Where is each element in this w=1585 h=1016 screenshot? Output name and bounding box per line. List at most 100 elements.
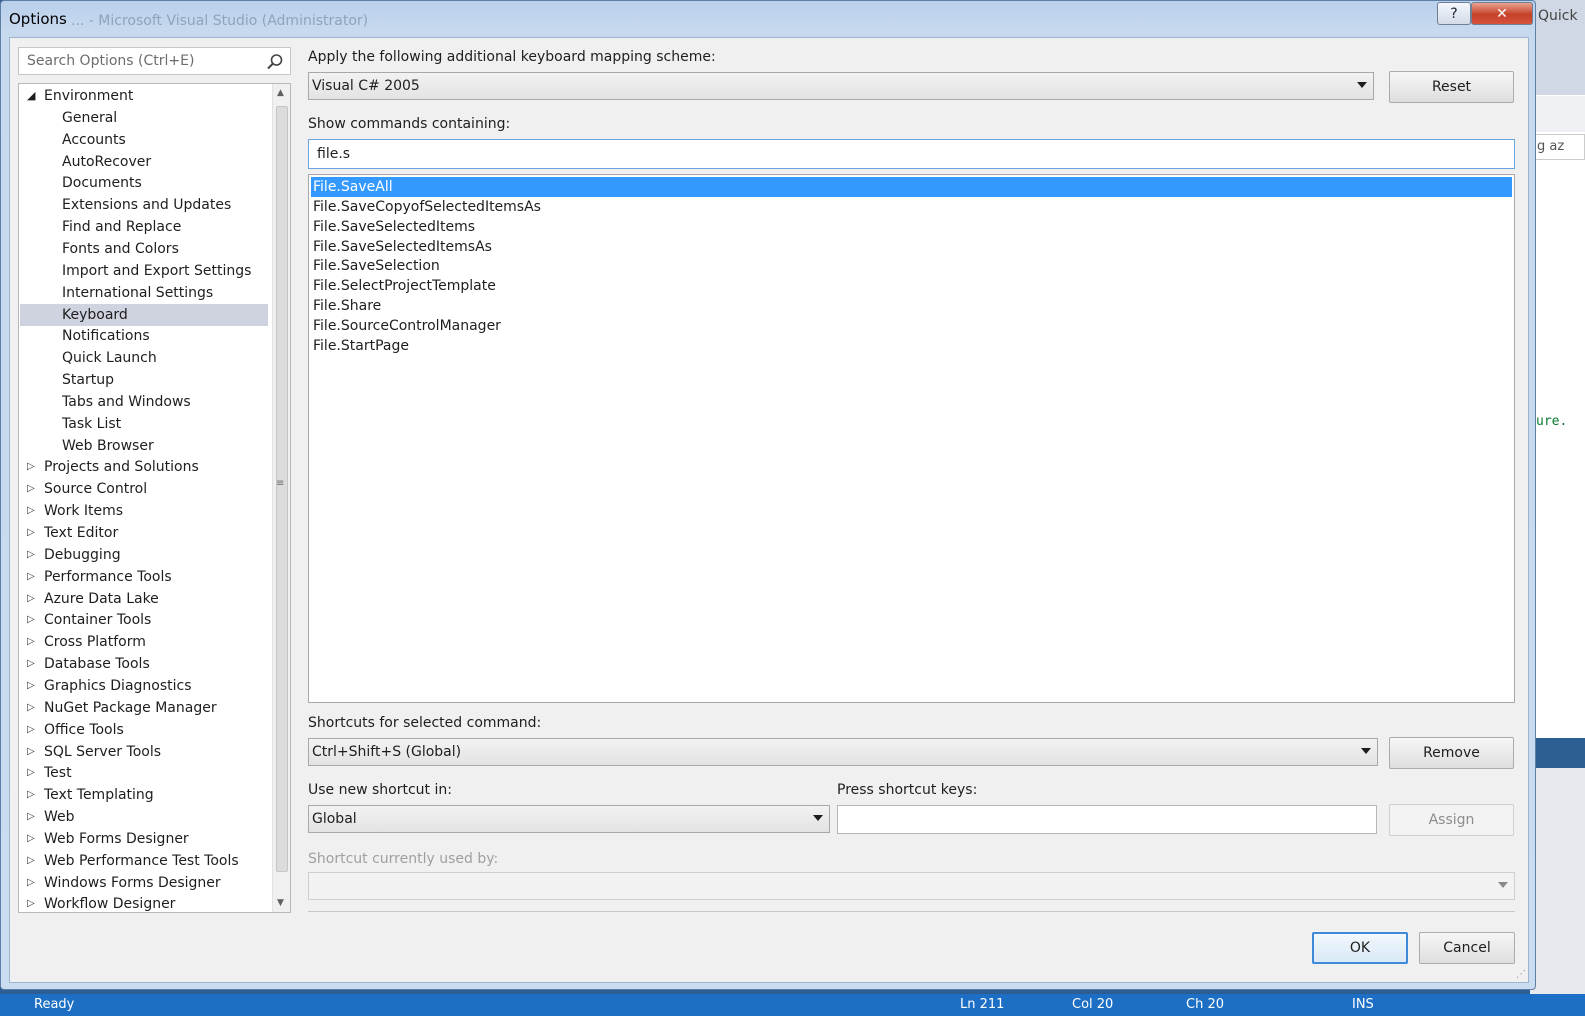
tree-scrollbar[interactable]: ▲ ≡ ▼ (272, 84, 290, 912)
dialog-title: Options (9, 10, 67, 28)
tree-node-debugging[interactable]: ▷ Debugging (20, 544, 268, 566)
command-list-item[interactable]: File.SaveSelection (311, 256, 1512, 276)
tree-node-projects-and-solutions[interactable]: ▷ Projects and Solutions (20, 456, 268, 478)
tree-node-extensions-and-updates[interactable]: Extensions and Updates (20, 194, 268, 216)
expand-arrow-icon[interactable]: ▷ (27, 478, 35, 500)
expand-arrow-icon[interactable]: ▷ (27, 609, 35, 631)
tree-node-work-items[interactable]: ▷ Work Items (20, 500, 268, 522)
expand-arrow-icon[interactable]: ▷ (27, 588, 35, 610)
commands-list[interactable]: File.SaveAll File.SaveCopyofSelectedItems… (308, 174, 1515, 703)
tree-node-general[interactable]: General (20, 107, 268, 129)
tree-node-azure-data-lake[interactable]: ▷ Azure Data Lake (20, 588, 268, 610)
tree-node-international-settings[interactable]: International Settings (20, 282, 268, 304)
tree-node-source-control[interactable]: ▷ Source Control (20, 478, 268, 500)
close-button[interactable]: ✕ (1471, 2, 1533, 25)
expand-arrow-icon[interactable]: ▷ (27, 806, 35, 828)
command-list-item[interactable]: File.SaveSelectedItemsAs (311, 237, 1512, 257)
tree-node-web-browser[interactable]: Web Browser (20, 435, 268, 457)
command-list-item[interactable]: File.StartPage (311, 336, 1512, 356)
tree-node-office-tools[interactable]: ▷ Office Tools (20, 719, 268, 741)
expand-arrow-icon[interactable]: ▷ (27, 850, 35, 872)
tree-node-text-templating[interactable]: ▷ Text Templating (20, 784, 268, 806)
expand-arrow-icon[interactable]: ▷ (27, 675, 35, 697)
expand-arrow-icon[interactable]: ▷ (27, 566, 35, 588)
tree-node-performance-tools[interactable]: ▷ Performance Tools (20, 566, 268, 588)
expand-arrow-icon[interactable]: ▷ (27, 653, 35, 675)
scrollbar-thumb[interactable] (276, 106, 288, 872)
command-list-item[interactable]: File.SelectProjectTemplate (311, 276, 1512, 296)
tree-node-graphics-diagnostics[interactable]: ▷ Graphics Diagnostics (20, 675, 268, 697)
command-list-item[interactable]: File.SaveSelectedItems (311, 217, 1512, 237)
tree-node-fonts-and-colors[interactable]: Fonts and Colors (20, 238, 268, 260)
expand-arrow-icon[interactable]: ▷ (27, 828, 35, 850)
assign-button[interactable]: Assign (1389, 804, 1514, 836)
use-new-shortcut-label: Use new shortcut in: (308, 782, 452, 798)
ok-button[interactable]: OK (1312, 932, 1408, 964)
command-list-item[interactable]: File.Share (311, 296, 1512, 316)
tree-node-tabs-and-windows[interactable]: Tabs and Windows (20, 391, 268, 413)
tree-node-documents[interactable]: Documents (20, 172, 268, 194)
tree-node-workflow-designer[interactable]: ▷ Workflow Designer (20, 893, 268, 912)
tree-node-notifications[interactable]: Notifications (20, 325, 268, 347)
shortcut-used-by-dropdown[interactable] (308, 872, 1515, 900)
tree-node-test[interactable]: ▷ Test (20, 762, 268, 784)
tree-node-label: Web (44, 809, 75, 826)
expand-arrow-icon[interactable]: ▷ (27, 522, 35, 544)
command-list-item[interactable]: File.SaveCopyofSelectedItemsAs (311, 197, 1512, 217)
tree-node-label: Text Editor (44, 525, 119, 541)
expand-arrow-icon[interactable]: ▷ (27, 741, 35, 763)
press-shortcut-keys-input[interactable] (844, 811, 1356, 829)
search-icon[interactable] (266, 53, 284, 71)
collapse-arrow-icon[interactable]: ◢ (27, 85, 35, 107)
tree-node-nuget-package-manager[interactable]: ▷ NuGet Package Manager (20, 697, 268, 719)
shortcuts-dropdown[interactable]: Ctrl+Shift+S (Global) (308, 738, 1378, 766)
help-button[interactable]: ? (1437, 2, 1471, 25)
expand-arrow-icon[interactable]: ▷ (27, 719, 35, 741)
command-list-item[interactable]: File.SourceControlManager (311, 316, 1512, 336)
tree-node-label: Windows Forms Designer (44, 874, 221, 891)
expand-arrow-icon[interactable]: ▷ (27, 872, 35, 894)
tree-node-keyboard[interactable]: Keyboard (20, 303, 268, 326)
expand-arrow-icon[interactable]: ▷ (27, 456, 35, 478)
shortcuts-label: Shortcuts for selected command: (308, 715, 542, 731)
tree-node-task-list[interactable]: Task List (20, 413, 268, 435)
use-new-shortcut-dropdown[interactable]: Global (308, 805, 830, 833)
remove-button[interactable]: Remove (1389, 737, 1514, 769)
mapping-scheme-dropdown[interactable]: Visual C# 2005 (308, 72, 1374, 100)
chevron-down-icon (813, 815, 823, 821)
command-filter-input[interactable] (315, 145, 1460, 163)
tree-node-database-tools[interactable]: ▷ Database Tools (20, 653, 268, 675)
cancel-button[interactable]: Cancel (1419, 932, 1515, 964)
tree-node-environment[interactable]: ◢ Environment (20, 85, 268, 107)
tree-node-quick-launch[interactable]: Quick Launch (20, 347, 268, 369)
tree-node-autorecover[interactable]: AutoRecover (20, 151, 268, 173)
resize-grip-icon[interactable]: ⋰ (1516, 969, 1526, 980)
expand-arrow-icon[interactable]: ▷ (27, 784, 35, 806)
expand-arrow-icon[interactable]: ▷ (27, 631, 35, 653)
tree-node-web-forms-designer[interactable]: ▷ Web Forms Designer (20, 828, 268, 850)
tree-node-text-editor[interactable]: ▷ Text Editor (20, 522, 268, 544)
tree-node-windows-forms-designer[interactable]: ▷ Windows Forms Designer (20, 872, 268, 894)
expand-arrow-icon[interactable]: ▷ (27, 500, 35, 522)
expand-arrow-icon[interactable]: ▷ (27, 762, 35, 784)
scroll-up-arrow-icon[interactable]: ▲ (277, 88, 284, 98)
tree-node-label: NuGet Package Manager (44, 699, 217, 716)
tree-node-label: Container Tools (44, 612, 152, 629)
tree-node-accounts[interactable]: Accounts (20, 129, 268, 151)
reset-button[interactable]: Reset (1389, 71, 1514, 103)
tree-node-startup[interactable]: Startup (20, 369, 268, 391)
ide-lower-panel (1530, 768, 1585, 1016)
expand-arrow-icon[interactable]: ▷ (27, 697, 35, 719)
tree-node-cross-platform[interactable]: ▷ Cross Platform (20, 631, 268, 653)
expand-arrow-icon[interactable]: ▷ (27, 544, 35, 566)
command-list-item[interactable]: File.SaveAll (311, 177, 1512, 197)
tree-node-sql-server-tools[interactable]: ▷ SQL Server Tools (20, 741, 268, 763)
scroll-down-arrow-icon[interactable]: ▼ (277, 898, 284, 908)
tree-node-find-and-replace[interactable]: Find and Replace (20, 216, 268, 238)
search-options-input[interactable] (25, 52, 257, 70)
tree-node-import-and-export-settings[interactable]: Import and Export Settings (20, 260, 268, 282)
tree-node-container-tools[interactable]: ▷ Container Tools (20, 609, 268, 631)
tree-node-web-performance-test-tools[interactable]: ▷ Web Performance Test Tools (20, 850, 268, 872)
expand-arrow-icon[interactable]: ▷ (27, 893, 35, 912)
tree-node-web[interactable]: ▷ Web (20, 806, 268, 828)
